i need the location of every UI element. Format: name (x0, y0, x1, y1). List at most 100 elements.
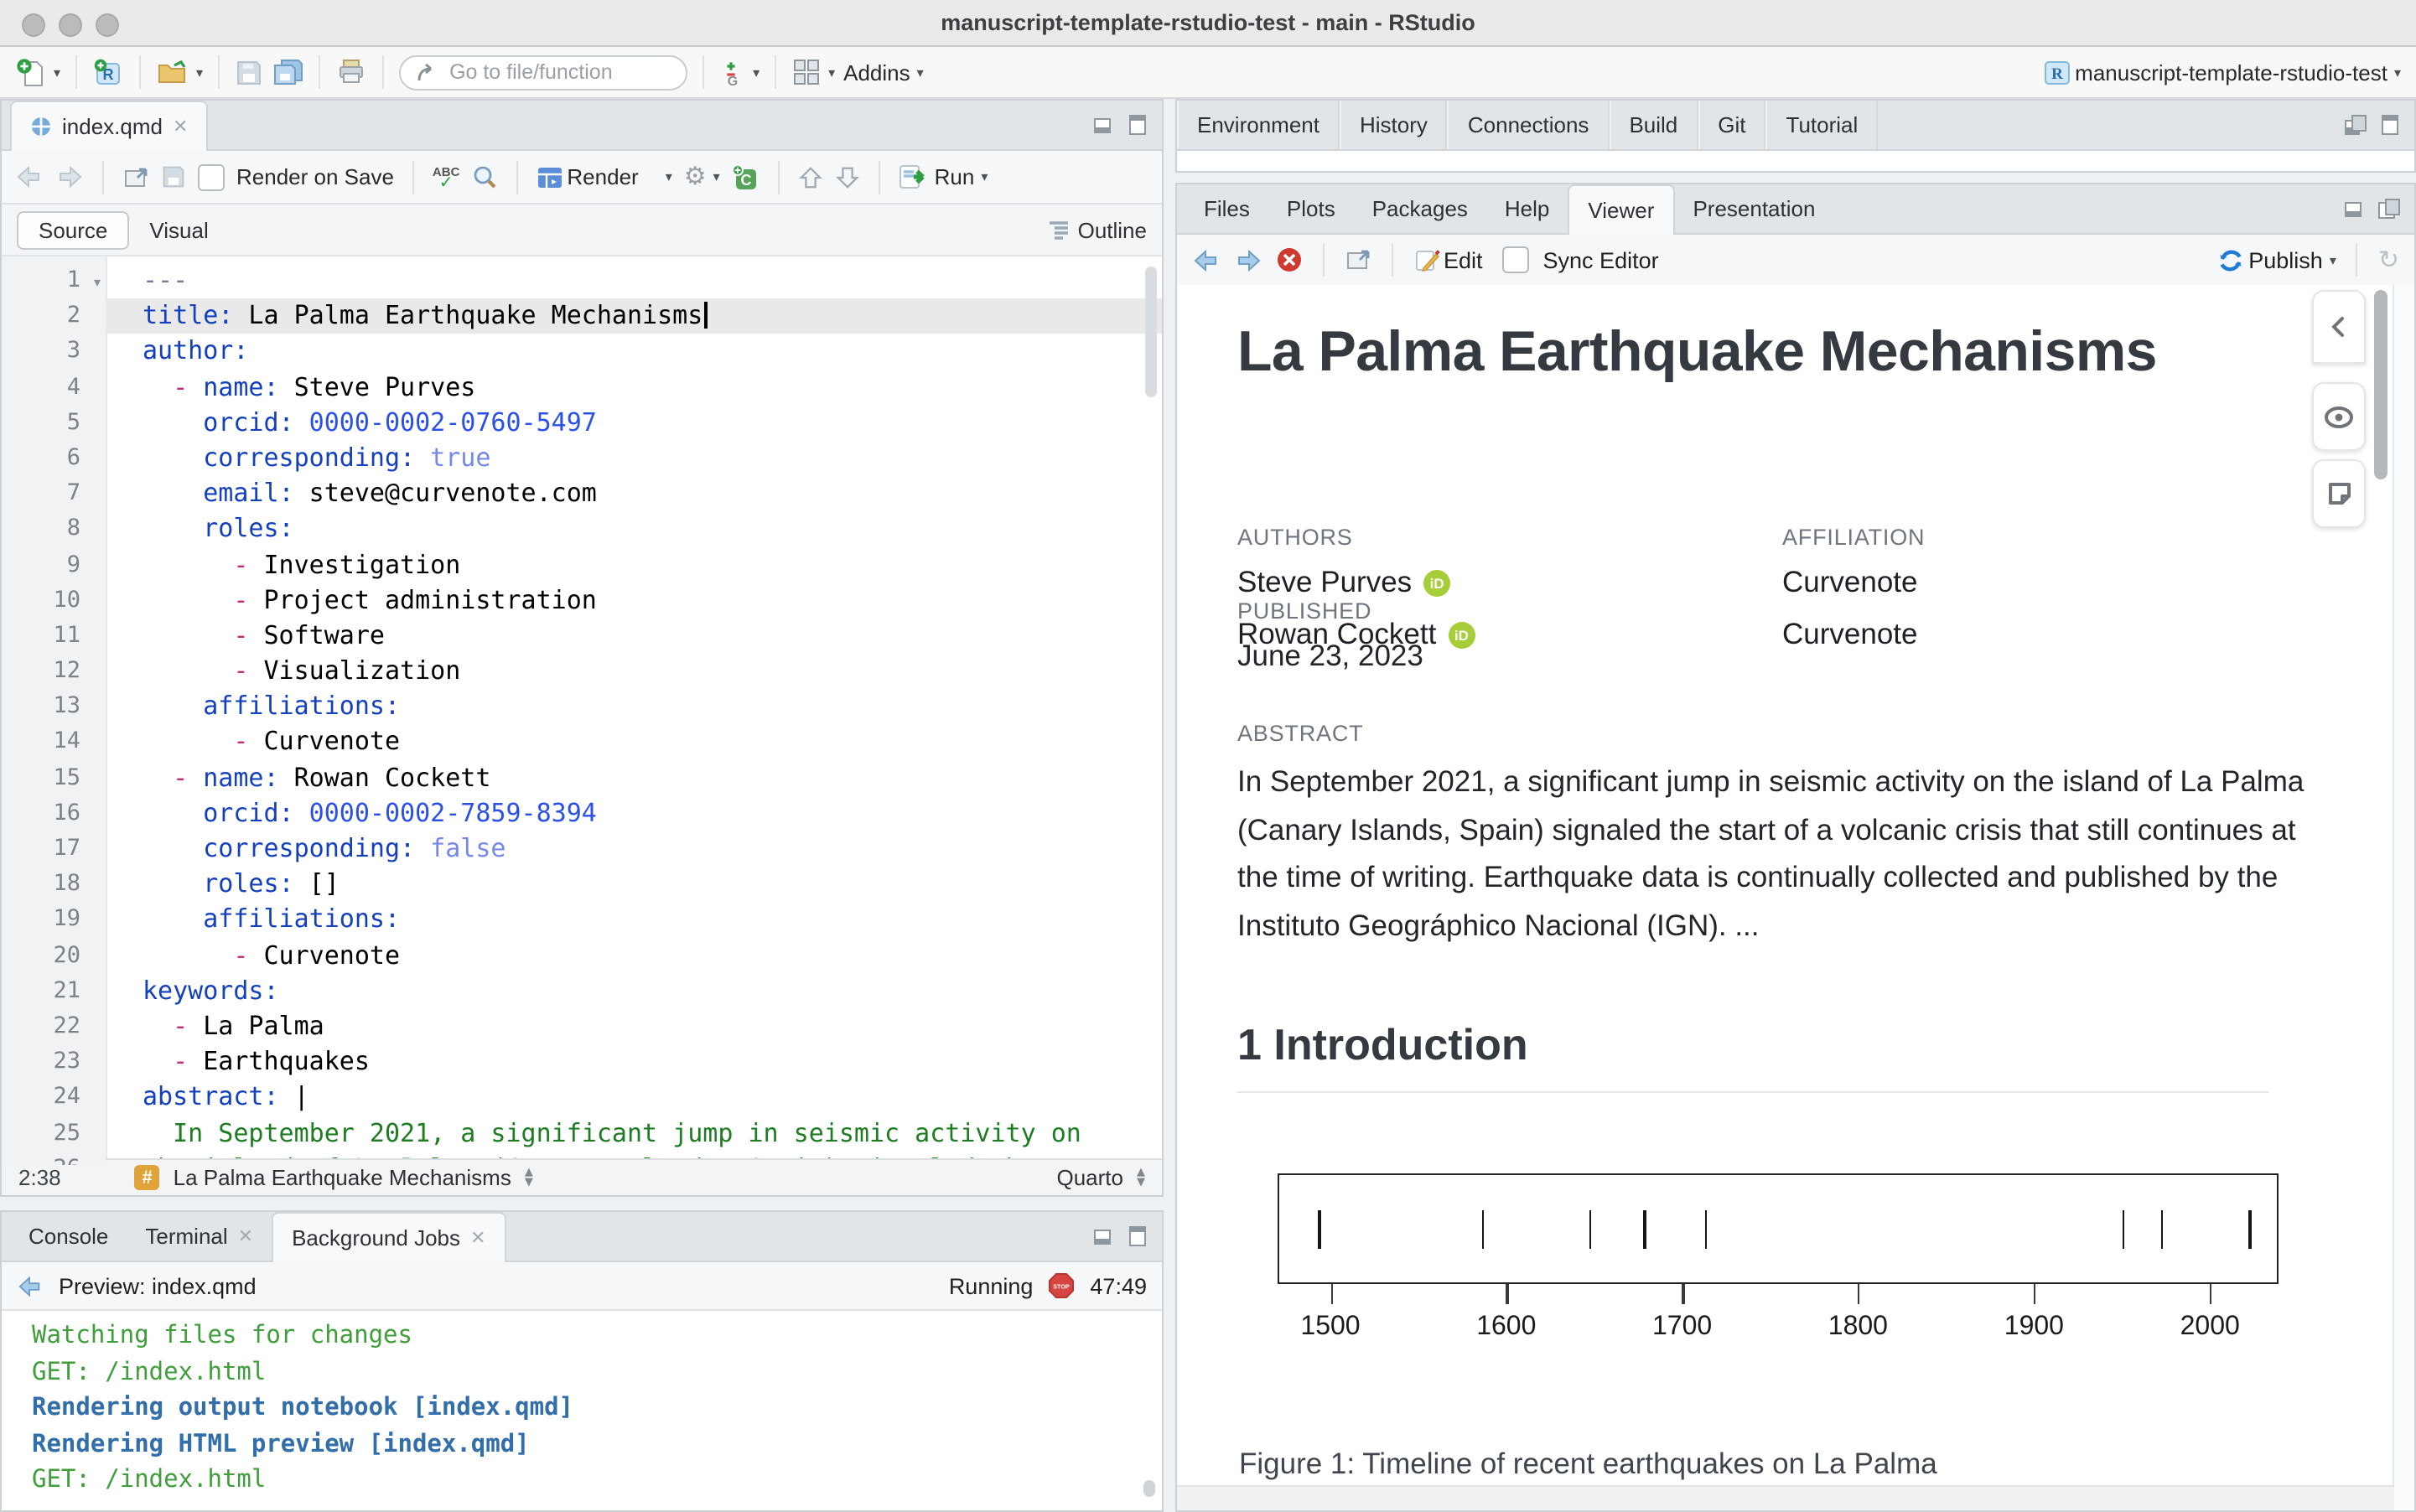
code-line[interactable]: 5 orcid: 0000-0002-0760-5497 (2, 406, 1162, 441)
maximize-pane-icon[interactable] (1127, 1225, 1148, 1247)
orcid-icon[interactable]: iD (1423, 569, 1450, 596)
zoom-window-button[interactable] (96, 13, 119, 37)
open-file-button[interactable]: ▾ (156, 57, 203, 87)
viewer-scrollbar[interactable] (2374, 290, 2387, 479)
code-line[interactable]: 6 corresponding: true (2, 441, 1162, 476)
save-icon[interactable] (161, 164, 186, 189)
tab-connections[interactable]: Connections (1448, 101, 1610, 149)
new-file-button[interactable]: ▾ (15, 56, 60, 88)
new-project-button[interactable]: R (92, 56, 124, 88)
tab-build[interactable]: Build (1609, 101, 1698, 149)
insert-chunk-button[interactable]: C (732, 163, 760, 190)
viewer-scroll-track[interactable] (2393, 285, 2414, 1510)
code-line[interactable]: 9 - Investigation (2, 547, 1162, 583)
tab-environment[interactable]: Environment (1177, 101, 1340, 149)
minimize-pane-icon[interactable] (1093, 1225, 1115, 1247)
code-line[interactable]: 8 roles: (2, 512, 1162, 547)
fold-icon[interactable]: ▾ (94, 265, 101, 300)
collapse-margin-button[interactable] (2312, 290, 2366, 364)
refresh-icon[interactable]: ↻ (2378, 247, 2399, 272)
tab-viewer[interactable]: Viewer (1568, 184, 1674, 235)
sync-editor-checkbox[interactable] (1503, 246, 1530, 273)
code-line[interactable]: 25 In September 2021, a significant jump… (2, 1116, 1162, 1151)
run-previous-icon[interactable] (799, 163, 824, 190)
code-line[interactable]: 1▾--- (2, 263, 1162, 298)
maximize-pane-icon[interactable] (2379, 114, 2401, 136)
code-line[interactable]: 3author: (2, 334, 1162, 370)
tab-console[interactable]: Console (10, 1212, 127, 1261)
code-line[interactable]: 2title: La Palma Earthquake Mechanisms (2, 298, 1162, 334)
tab-terminal[interactable]: Terminal✕ (127, 1212, 272, 1261)
forward-icon[interactable] (55, 164, 84, 189)
popout-icon[interactable] (1345, 248, 1371, 272)
tab-help[interactable]: Help (1486, 184, 1568, 233)
search-icon[interactable] (471, 163, 498, 190)
stop-icon[interactable]: STOP (1048, 1272, 1075, 1299)
print-button[interactable] (335, 57, 367, 87)
close-icon[interactable]: ✕ (238, 1225, 253, 1247)
code-line[interactable]: 7 email: steve@curvenote.com (2, 476, 1162, 511)
outline-button[interactable]: Outline (1048, 217, 1147, 242)
code-line[interactable]: 13 affiliations: (2, 690, 1162, 725)
code-line[interactable]: 24abstract: | (2, 1080, 1162, 1116)
back-icon[interactable] (1192, 247, 1221, 272)
tab-plots[interactable]: Plots (1268, 184, 1354, 233)
code-line[interactable]: 15 - name: Rowan Cockett (2, 760, 1162, 795)
back-icon[interactable] (15, 164, 44, 189)
code-line[interactable]: 20 - Curvenote (2, 938, 1162, 973)
minimize-pane-icon[interactable] (1093, 114, 1115, 136)
render-on-save-checkbox[interactable] (198, 163, 225, 190)
forward-icon[interactable] (1234, 247, 1262, 272)
source-mode-button[interactable]: Source (17, 210, 129, 249)
back-icon[interactable] (17, 1273, 44, 1298)
tab-history[interactable]: History (1340, 101, 1448, 149)
minimize-pane-icon[interactable] (2344, 198, 2366, 220)
code-line[interactable]: 17 corresponding: false (2, 831, 1162, 867)
code-line[interactable]: 10 - Project administration (2, 583, 1162, 618)
tab-index-qmd[interactable]: index.qmd ✕ (10, 101, 208, 151)
code-line[interactable]: 11 - Software (2, 619, 1162, 654)
popout-icon[interactable] (122, 165, 149, 189)
visual-mode-button[interactable]: Visual (129, 212, 228, 247)
code-line[interactable]: 23 - Earthquakes (2, 1044, 1162, 1080)
tab-background-jobs[interactable]: Background Jobs✕ (272, 1212, 505, 1262)
tab-packages[interactable]: Packages (1354, 184, 1486, 233)
code-line[interactable]: 22 - La Palma (2, 1009, 1162, 1044)
git-menu-button[interactable]: G ▾ (719, 57, 760, 87)
restore-pane-icon[interactable] (2344, 114, 2367, 136)
viewer-document[interactable]: La Palma Earthquake Mechanisms AUTHORS A… (1177, 285, 2394, 1487)
run-button[interactable]: Run ▾ (900, 164, 988, 189)
clear-viewer-icon[interactable] (1276, 246, 1303, 273)
run-next-icon[interactable] (836, 163, 861, 190)
restore-pane-icon[interactable] (2377, 198, 2401, 220)
publish-button[interactable]: Publish ▾ (2216, 246, 2336, 274)
console-scrollbar[interactable] (1143, 1480, 1155, 1497)
filetype-selector[interactable]: Quarto (1057, 1165, 1124, 1190)
project-menu-button[interactable]: R manuscript-template-rstudio-test ▾ (2041, 57, 2401, 87)
code-editor[interactable]: 1▾---2title: La Palma Earthquake Mechani… (2, 256, 1162, 1165)
minimize-window-button[interactable] (59, 13, 82, 37)
code-line[interactable]: 14 - Curvenote (2, 725, 1162, 760)
notes-button[interactable] (2312, 459, 2366, 528)
goto-file-input[interactable]: Go to file/function (399, 54, 687, 90)
tab-files[interactable]: Files (1185, 184, 1268, 233)
tab-presentation[interactable]: Presentation (1674, 184, 1833, 233)
close-window-button[interactable] (22, 13, 45, 37)
code-line[interactable]: 12 - Visualization (2, 654, 1162, 689)
render-button[interactable]: Render ▾ (537, 164, 671, 189)
code-line[interactable]: 21keywords: (2, 974, 1162, 1009)
spellcheck-icon[interactable]: ABC✓ (433, 165, 460, 189)
console-output[interactable]: Watching files for changesGET: /index.ht… (2, 1311, 1162, 1500)
code-line[interactable]: 16 orcid: 0000-0002-7859-8394 (2, 796, 1162, 831)
maximize-pane-icon[interactable] (1127, 114, 1148, 136)
close-icon[interactable]: ✕ (470, 1227, 485, 1249)
addins-menu-button[interactable]: Addins ▾ (843, 60, 924, 85)
tab-git[interactable]: Git (1698, 101, 1765, 149)
tab-tutorial[interactable]: Tutorial (1766, 101, 1879, 149)
section-selector[interactable]: La Palma Earthquake Mechanisms (174, 1165, 511, 1190)
edit-button[interactable]: Edit (1413, 246, 1483, 273)
orcid-icon[interactable]: iD (1448, 621, 1475, 648)
visibility-button[interactable] (2312, 382, 2366, 451)
close-icon[interactable]: ✕ (173, 116, 188, 137)
save-button[interactable] (235, 58, 263, 86)
